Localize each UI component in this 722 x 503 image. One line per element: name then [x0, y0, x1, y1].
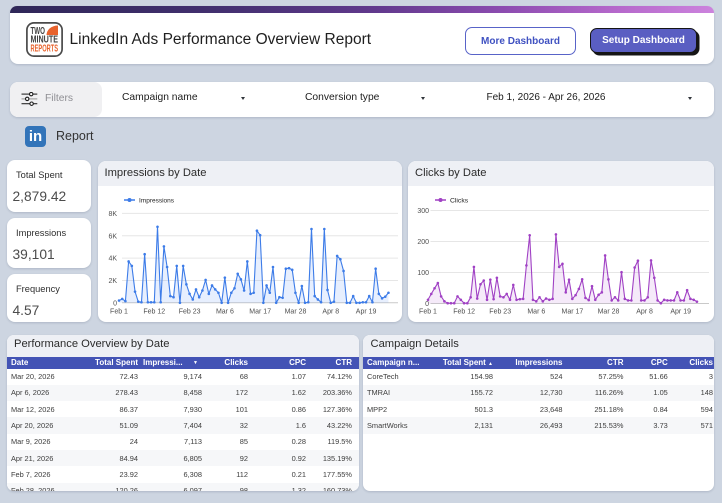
svg-text:Mar 28: Mar 28: [285, 308, 307, 315]
svg-text:Feb 12: Feb 12: [143, 308, 165, 315]
svg-text:Apr 8: Apr 8: [636, 308, 653, 315]
svg-text:Feb 1: Feb 1: [419, 308, 437, 315]
svg-text:Impressions: Impressions: [139, 197, 175, 204]
svg-text:Clicks: Clicks: [450, 197, 469, 204]
svg-text:Feb 12: Feb 12: [453, 308, 475, 315]
svg-text:Feb 1: Feb 1: [110, 308, 128, 315]
svg-text:Mar 6: Mar 6: [216, 308, 234, 315]
svg-text:Apr 19: Apr 19: [356, 308, 377, 315]
svg-text:Apr 19: Apr 19: [670, 308, 691, 315]
svg-text:Apr 8: Apr 8: [322, 308, 339, 315]
svg-text:Feb 23: Feb 23: [489, 308, 511, 315]
svg-text:Feb 23: Feb 23: [179, 308, 201, 315]
svg-text:Mar 17: Mar 17: [561, 308, 583, 315]
svg-text:8K: 8K: [108, 210, 117, 217]
svg-text:Mar 6: Mar 6: [527, 308, 545, 315]
svg-text:200: 200: [417, 239, 429, 246]
svg-text:Mar 28: Mar 28: [597, 308, 619, 315]
svg-text:REPORTS: REPORTS: [31, 44, 59, 55]
svg-text:2K: 2K: [108, 278, 117, 285]
svg-text:4K: 4K: [108, 255, 117, 262]
svg-text:Mar 17: Mar 17: [249, 308, 271, 315]
svg-text:6K: 6K: [108, 233, 117, 240]
svg-text:0: 0: [113, 300, 117, 307]
svg-text:300: 300: [417, 208, 429, 215]
svg-text:100: 100: [417, 270, 429, 277]
